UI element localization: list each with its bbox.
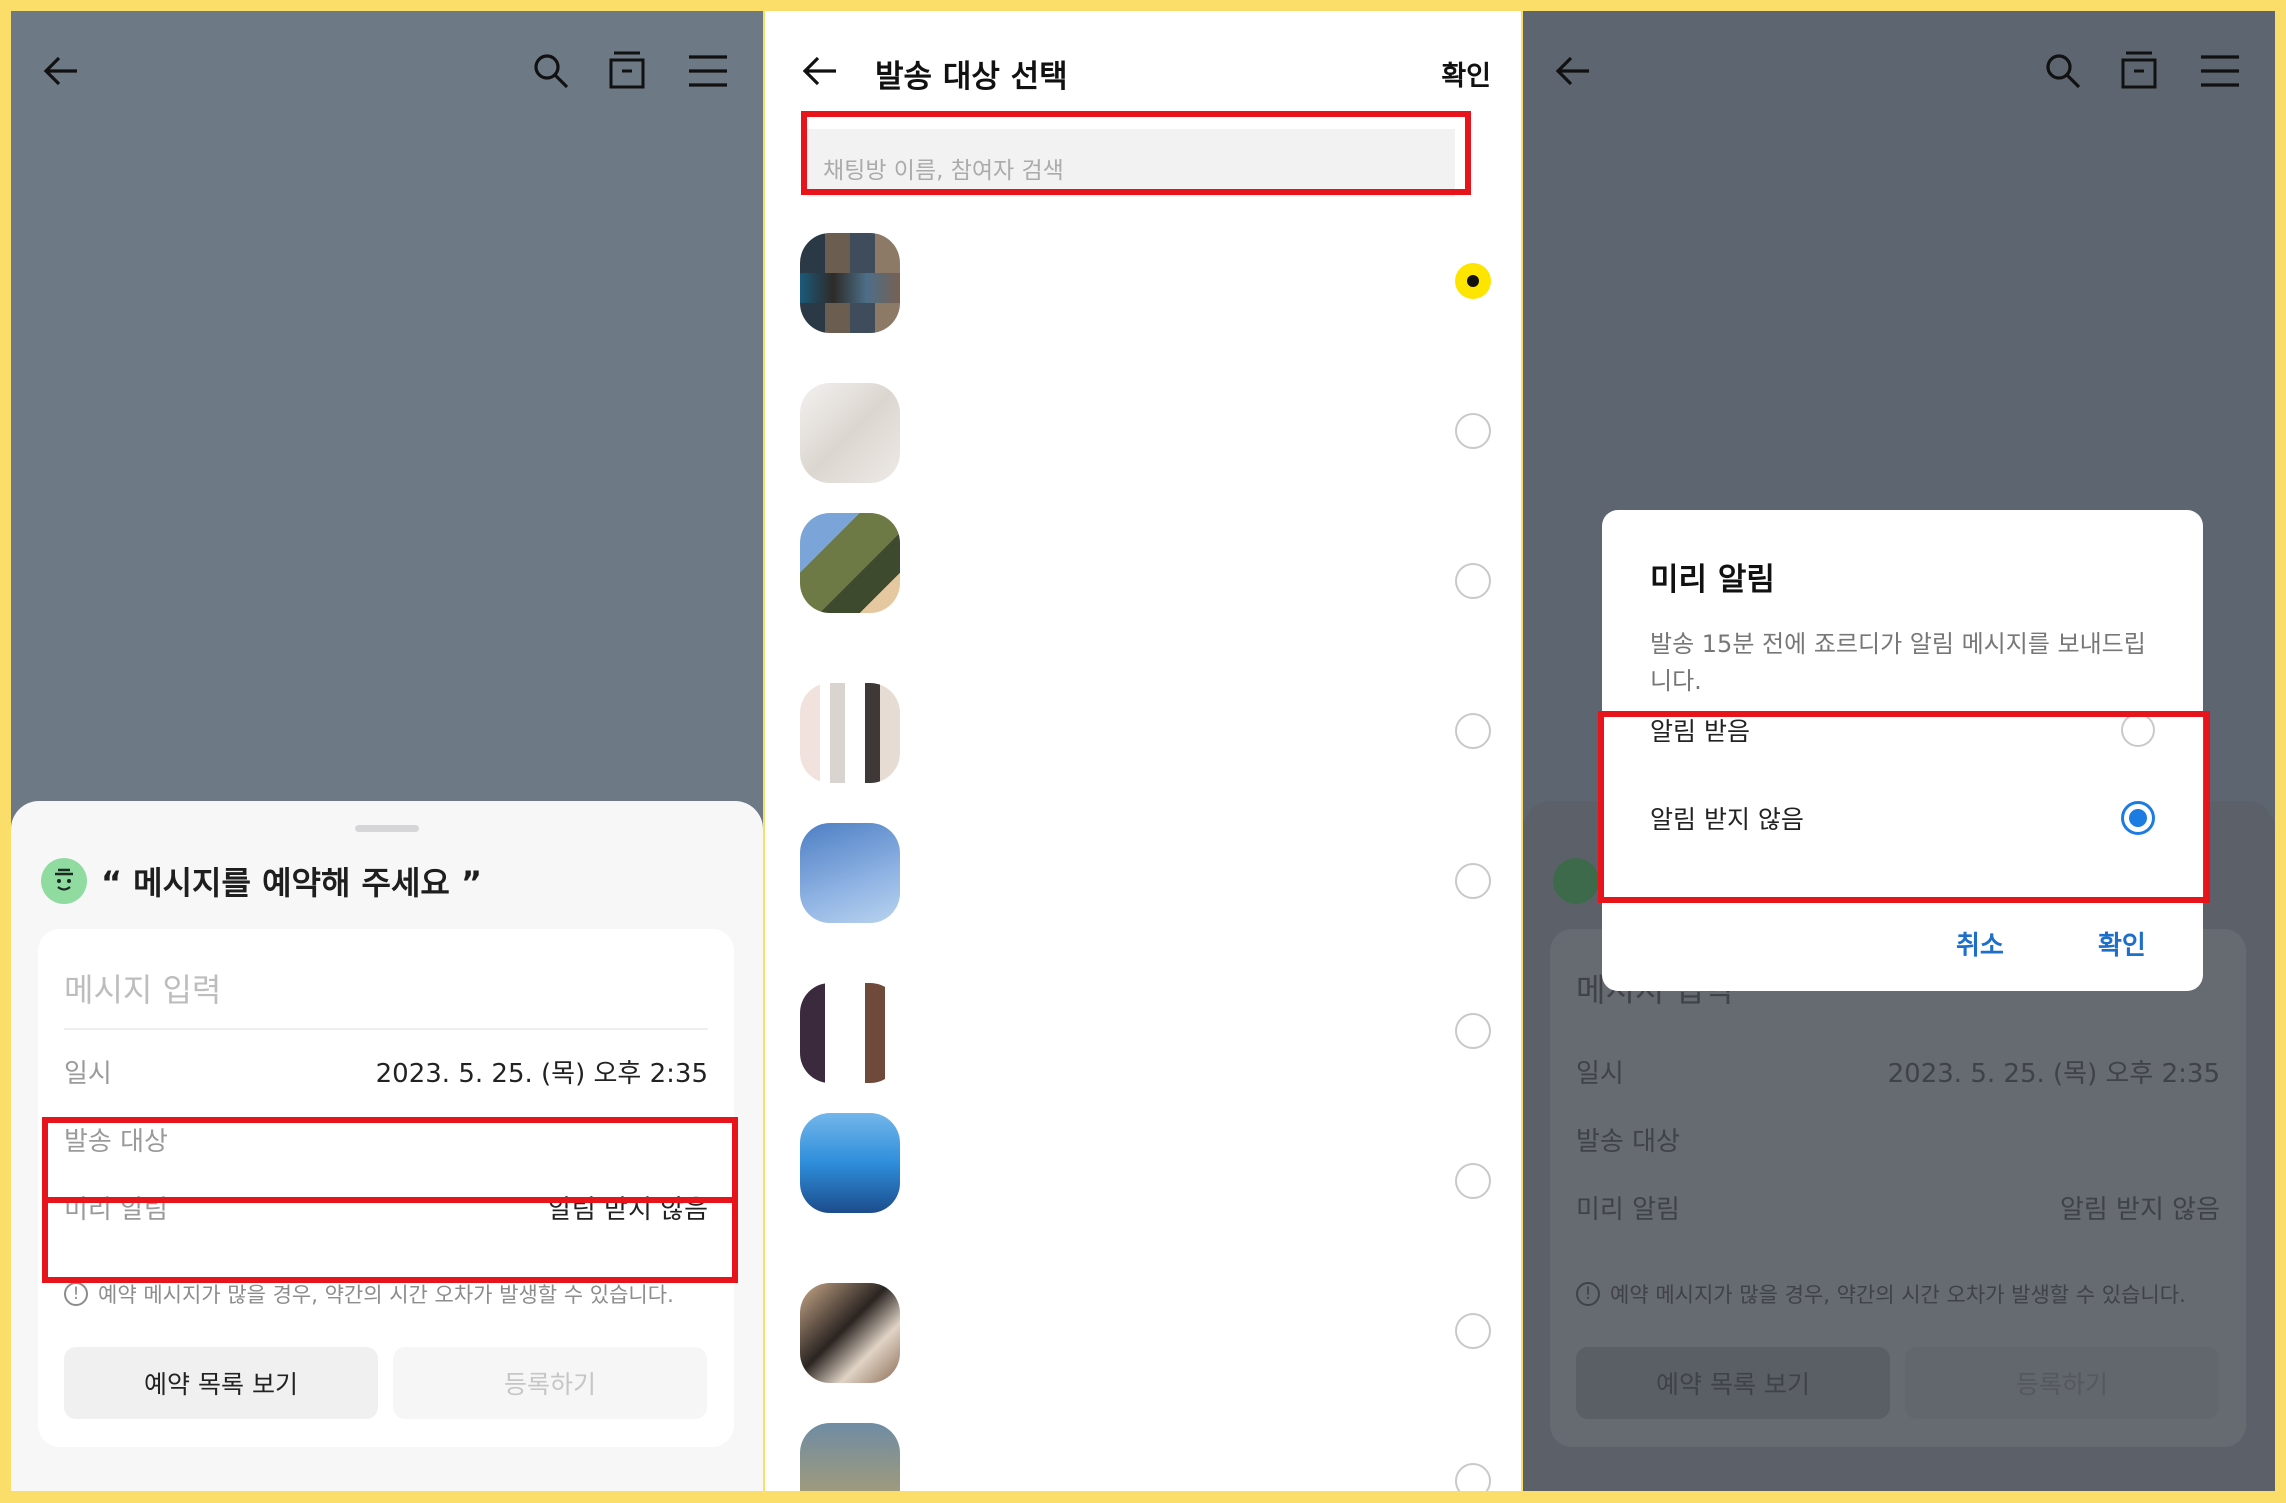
chat-avatar: [800, 233, 900, 333]
chat-avatar: [800, 1283, 900, 1383]
datetime-label: 일시: [64, 1058, 112, 1089]
menu-icon[interactable]: [2199, 51, 2241, 91]
select-radio[interactable]: [1455, 713, 1491, 749]
message-input[interactable]: 메시지 입력: [64, 965, 221, 1011]
reminder-dialog-screen: 메시지 입력 일시 2023. 5. 25. (목) 오후 2:35 발송 대상…: [1523, 11, 2275, 1491]
select-radio[interactable]: [1455, 413, 1491, 449]
register-button[interactable]: 등록하기: [393, 1347, 707, 1419]
view-reservations-button: 예약 목록 보기: [1576, 1347, 1890, 1419]
view-reservations-label: 예약 목록 보기: [1656, 1370, 1810, 1399]
notice-text: 예약 메시지가 많을 경우, 약간의 시간 오차가 발생할 수 있습니다.: [1610, 1283, 2186, 1307]
search-icon[interactable]: [531, 51, 571, 91]
top-bar: [11, 39, 763, 103]
sheet-title-text: “ 메시지를 예약해 주세요 ”: [101, 864, 483, 902]
drawer-icon[interactable]: [2119, 49, 2159, 91]
reminder-row: 미리 알림 알림 받지 않음: [1576, 1187, 2220, 1227]
chat-avatar: [800, 823, 900, 923]
confirm-button[interactable]: 확인: [2098, 925, 2146, 962]
select-radio[interactable]: [1455, 1013, 1491, 1049]
menu-icon[interactable]: [687, 51, 729, 91]
confirm-button[interactable]: 확인: [1441, 54, 1491, 93]
view-reservations-button[interactable]: 예약 목록 보기: [64, 1347, 378, 1419]
schedule-form-card-dimmed: 메시지 입력 일시 2023. 5. 25. (목) 오후 2:35 발송 대상…: [1550, 929, 2246, 1447]
info-icon: !: [1576, 1282, 1600, 1306]
chat-avatar: [800, 383, 900, 483]
datetime-value: 2023. 5. 25. (목) 오후 2:35: [375, 1058, 708, 1089]
reminder-value: 알림 받지 않음: [2059, 1194, 2220, 1225]
recipient-row: 발송 대상: [1576, 1119, 2220, 1159]
highlight-recipient: [42, 1117, 738, 1203]
back-arrow-icon[interactable]: [800, 51, 840, 91]
sheet-title: “ 메시지를 예약해 주세요 ”: [41, 853, 482, 909]
select-radio[interactable]: [1455, 863, 1491, 899]
highlight-search: [801, 111, 1471, 195]
reminder-label: 미리 알림: [1576, 1194, 1680, 1225]
top-bar: [1523, 39, 2275, 103]
back-arrow-icon[interactable]: [1553, 51, 1593, 91]
dialog-description: 발송 15분 전에 죠르디가 알림 메시지를 보내드립니다.: [1650, 630, 2146, 695]
chat-room-item[interactable]: [800, 823, 900, 923]
datetime-row[interactable]: 일시 2023. 5. 25. (목) 오후 2:35: [64, 1051, 708, 1091]
select-radio[interactable]: [1455, 1163, 1491, 1199]
chat-avatar: [800, 983, 900, 1083]
datetime-row: 일시 2023. 5. 25. (목) 오후 2:35: [1576, 1051, 2220, 1091]
register-label: 등록하기: [2015, 1370, 2108, 1399]
chat-avatar: [800, 1113, 900, 1213]
cancel-button[interactable]: 취소: [1956, 925, 2004, 962]
chat-room-item[interactable]: [800, 383, 900, 483]
dialog-title: 미리 알림: [1650, 562, 1775, 598]
chat-avatar: [800, 513, 900, 613]
back-arrow-icon[interactable]: [41, 51, 81, 91]
highlight-options: [1598, 711, 2210, 903]
chat-room-item[interactable]: [800, 1283, 900, 1383]
drawer-icon[interactable]: [607, 49, 647, 91]
chat-room-item[interactable]: [800, 983, 900, 1083]
chat-avatar: [800, 1423, 900, 1491]
bot-avatar-icon: [1553, 858, 1599, 904]
chat-room-item[interactable]: [800, 1113, 900, 1213]
search-icon[interactable]: [2043, 51, 2083, 91]
select-radio[interactable]: [1455, 1313, 1491, 1349]
datetime-label: 일시: [1576, 1058, 1624, 1089]
datetime-value: 2023. 5. 25. (목) 오후 2:35: [1887, 1058, 2220, 1089]
schedule-message-screen: “ 메시지를 예약해 주세요 ” 메시지 입력 일시 2023. 5. 25. …: [11, 11, 763, 1491]
divider: [64, 1028, 708, 1030]
notice: ! 예약 메시지가 많을 경우, 약간의 시간 오차가 발생할 수 있습니다.: [1576, 1279, 2186, 1309]
chat-room-item[interactable]: [800, 1423, 900, 1491]
select-radio[interactable]: [1455, 563, 1491, 599]
select-recipient-screen: 발송 대상 선택 확인 채팅방 이름, 참여자 검색: [765, 11, 1521, 1491]
select-radio[interactable]: [1455, 1463, 1491, 1491]
notice: ! 예약 메시지가 많을 경우, 약간의 시간 오차가 발생할 수 있습니다.: [64, 1279, 674, 1309]
select-radio[interactable]: [1455, 263, 1491, 299]
bot-avatar-icon: [41, 858, 87, 904]
highlight-reminder: [42, 1197, 738, 1283]
notice-text: 예약 메시지가 많을 경우, 약간의 시간 오차가 발생할 수 있습니다.: [98, 1283, 674, 1307]
chat-room-item[interactable]: [800, 683, 900, 783]
chat-avatar: [800, 683, 900, 783]
sheet-handle[interactable]: [355, 825, 419, 832]
page-title: 발송 대상 선택: [875, 59, 1068, 95]
chat-room-item[interactable]: [800, 233, 900, 333]
info-icon: !: [64, 1282, 88, 1306]
register-button: 등록하기: [1905, 1347, 2219, 1419]
recipient-label: 발송 대상: [1576, 1126, 1680, 1157]
chat-room-item[interactable]: [800, 513, 900, 613]
